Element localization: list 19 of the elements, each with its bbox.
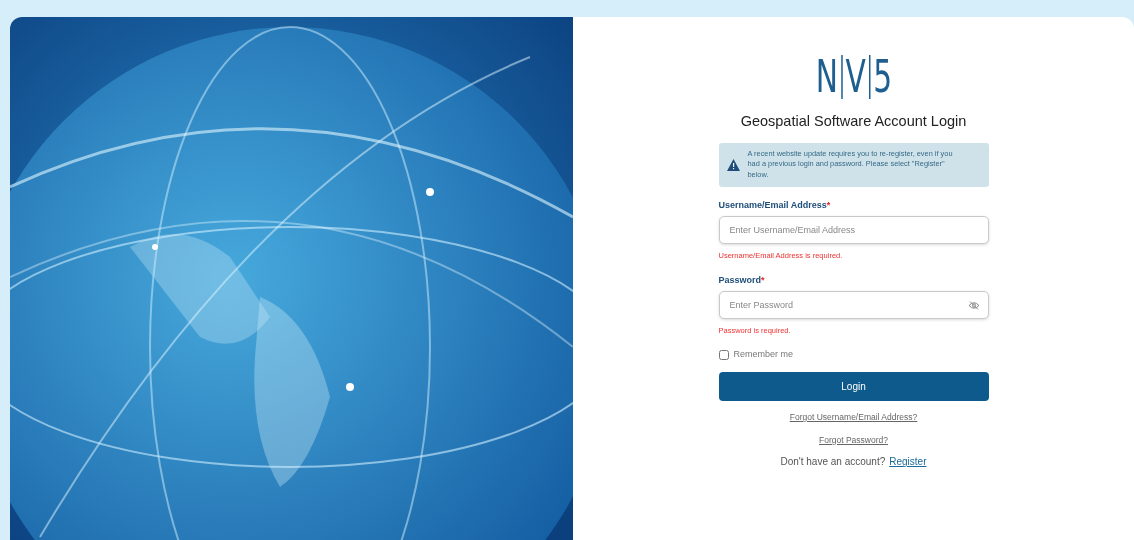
warning-icon: [726, 158, 740, 171]
required-mark: *: [761, 274, 765, 285]
field-label: Password: [718, 274, 762, 285]
forgot-link[interactable]: Forgot Password?: [819, 433, 888, 447]
remember-checkbox[interactable]: [718, 350, 729, 361]
field-label: Username/Email Address: [718, 199, 827, 210]
logo-letter: N: [814, 55, 839, 99]
login-button[interactable]: Login: [718, 371, 989, 401]
logo-letter: V: [840, 55, 869, 99]
logo-letter: 5: [868, 55, 895, 99]
eye-slash-icon[interactable]: [967, 300, 980, 310]
page-title: Geospatial Software Account Login: [739, 112, 968, 131]
signup-text: Don't have an account?: [780, 455, 886, 470]
password-field[interactable]: Enter Password: [718, 291, 989, 320]
username-field[interactable]: Enter Username/Email Address: [718, 216, 989, 245]
register-link[interactable]: Register: [889, 454, 927, 470]
remember-label: Remember me: [733, 348, 793, 362]
required-mark: *: [826, 199, 831, 210]
forgot-link[interactable]: Forgot Username/Email Address?: [789, 410, 918, 424]
